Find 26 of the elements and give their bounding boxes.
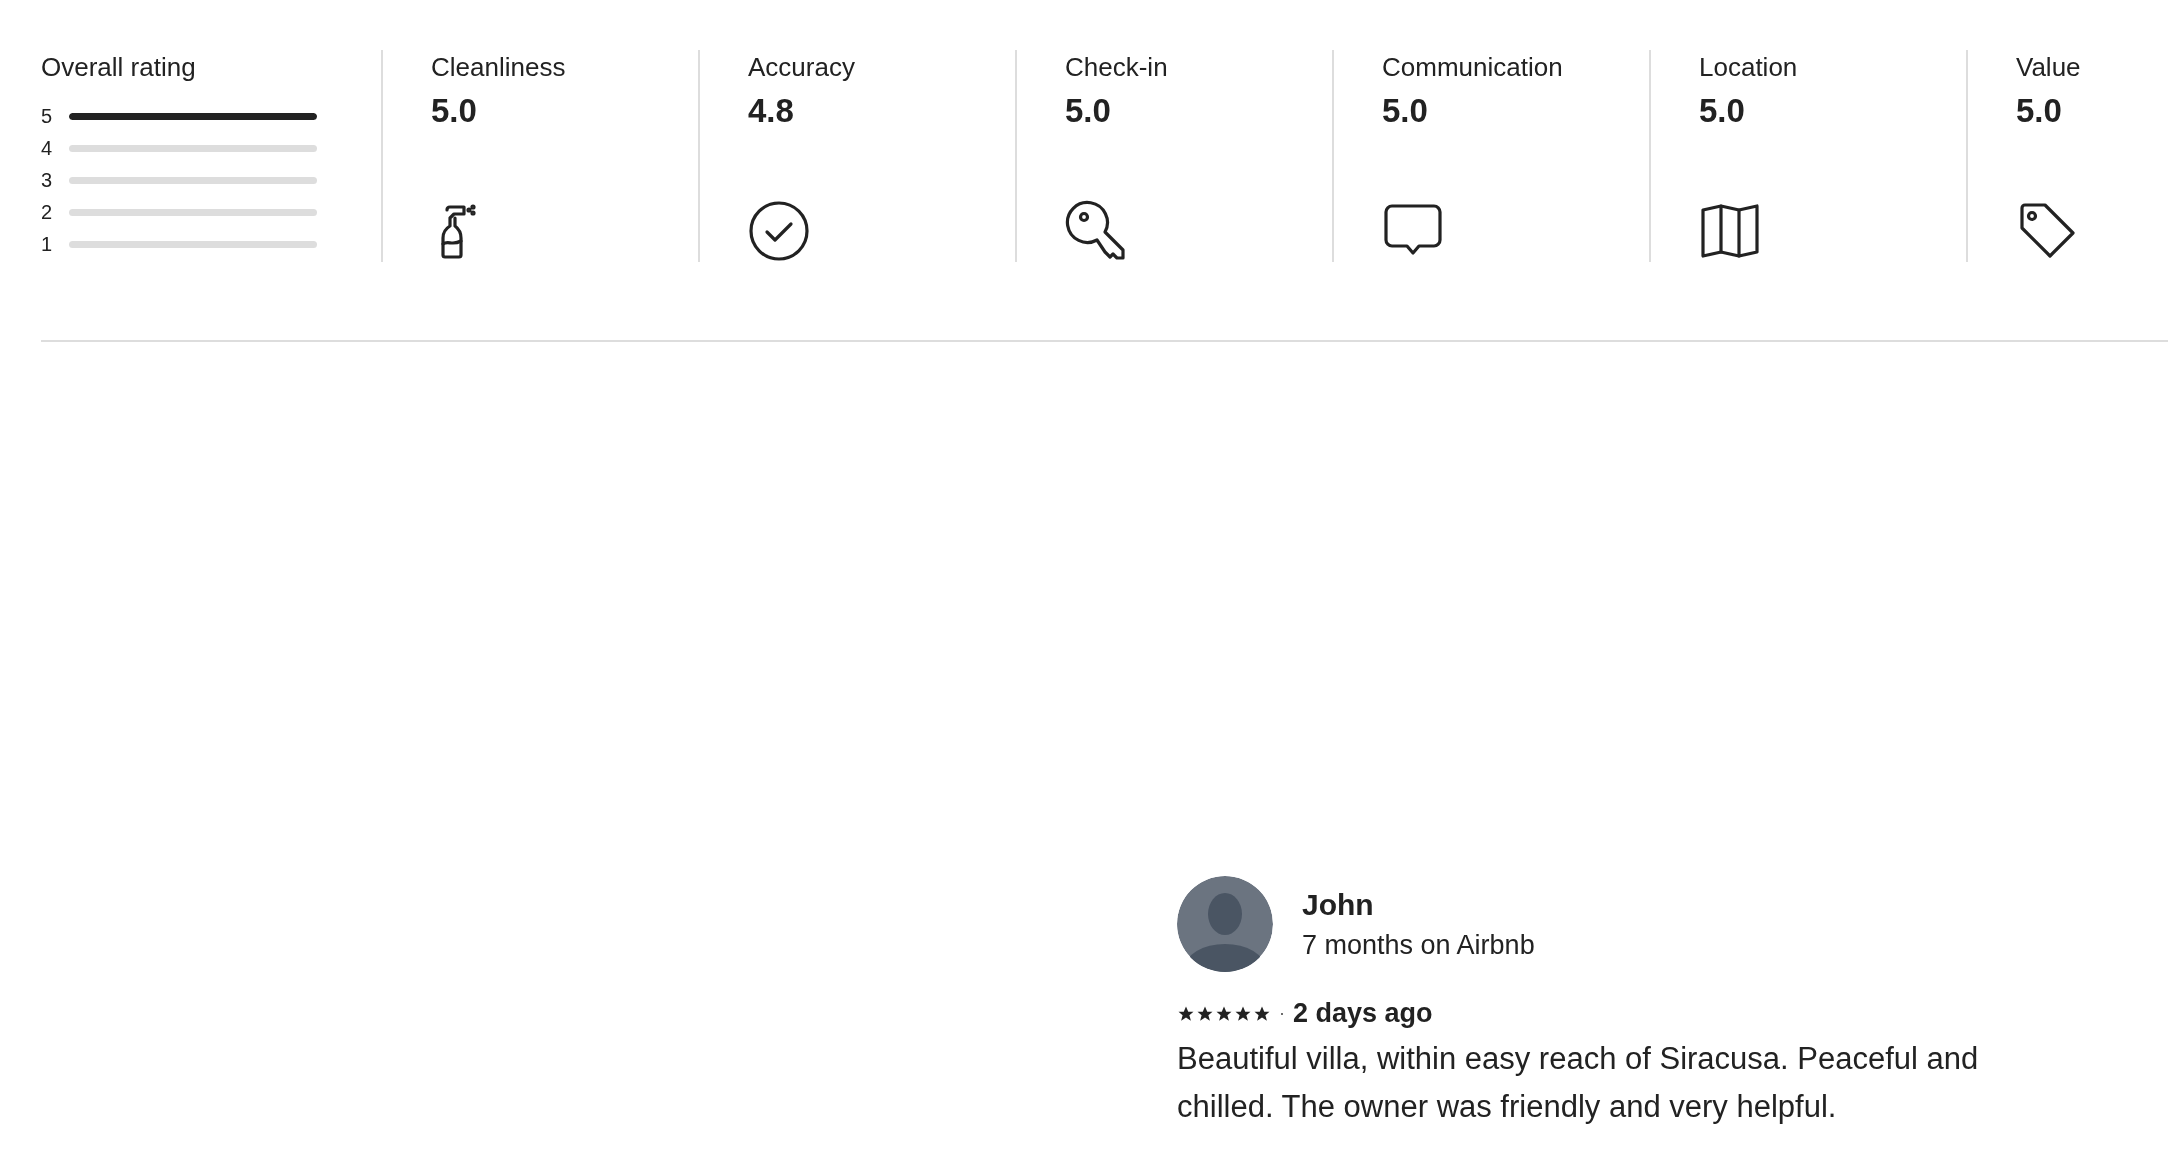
avatar[interactable] [1177,876,1273,972]
key-icon [1065,200,1127,262]
category-label: Communication [1382,51,1563,84]
review-text: Beautiful villa, within easy reach of Siracusa. Peaceful and chilled. The owner was friendly and very helpful. [1177,1040,1980,1126]
rating-number: 3 [41,170,54,191]
reviewer-name: John [1302,887,1375,922]
check-circle-icon [748,200,810,262]
category-score: 5.0 [431,92,477,130]
category-score: 5.0 [1065,92,1111,130]
category-label: Accuracy [748,51,855,84]
category-score: 5.0 [1382,92,1428,130]
rating-number: 5 [41,106,54,127]
rating-number: 4 [41,138,54,159]
category-label: Check-in [1065,51,1168,84]
category-label: Value [2016,51,2081,84]
category-score: 4.8 [748,92,794,130]
category-label: Location [1699,51,1798,84]
category-score: 5.0 [1699,92,1745,130]
review-date: 2 days ago [1293,998,1433,1029]
reviewer-tenure: 7 months on Airbnb [1302,929,1535,961]
rating-number: 1 [41,234,54,255]
category-score: 5.0 [2016,92,2062,130]
rating-number: 2 [41,202,54,223]
separator-dot: · [1279,1003,1285,1024]
category-label: Cleanliness [431,51,566,84]
overall-rating-label: Overall rating [41,51,196,84]
